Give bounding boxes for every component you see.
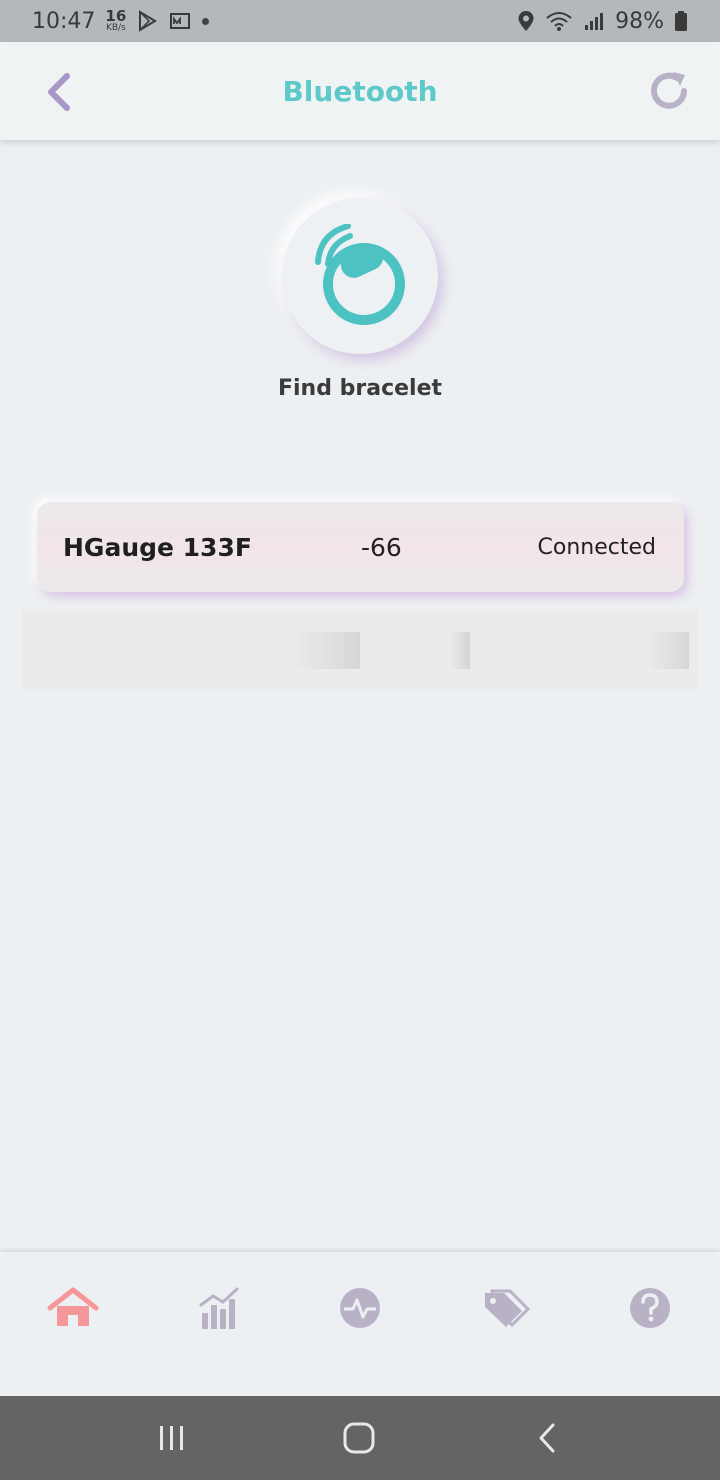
- nav-home[interactable]: [45, 1284, 101, 1332]
- notification-dot-icon: [202, 17, 210, 25]
- tags-icon: [485, 1289, 531, 1328]
- refresh-icon: [651, 72, 687, 109]
- battery-percent: 98%: [615, 8, 664, 34]
- back-system-button[interactable]: [524, 1416, 570, 1460]
- status-bar: 10:47 16 KB/s 98%: [0, 0, 720, 42]
- signal-icon: [585, 13, 604, 30]
- placeholder-block: [294, 632, 360, 669]
- find-bracelet-label: Find bracelet: [277, 376, 443, 401]
- home-system-button[interactable]: [336, 1416, 382, 1460]
- nav-activity[interactable]: [332, 1284, 388, 1332]
- help-icon: [630, 1288, 670, 1328]
- device-rssi: -66: [361, 532, 402, 562]
- status-time: 10:47: [32, 8, 96, 34]
- location-icon: [518, 11, 534, 31]
- status-right: 98%: [517, 9, 688, 34]
- nav-help[interactable]: [622, 1284, 678, 1332]
- bracelet-signal-icon: [315, 224, 405, 325]
- status-left: 10:47 16 KB/s: [32, 8, 210, 34]
- play-store-icon: [139, 10, 158, 32]
- bottom-nav: [0, 1252, 720, 1396]
- nav-tags[interactable]: [478, 1284, 534, 1332]
- app-header: Bluetooth: [0, 42, 720, 140]
- placeholder-block: [648, 632, 689, 669]
- net-speed: 16 KB/s: [105, 9, 126, 33]
- back-button[interactable]: [40, 70, 80, 114]
- placeholder-device-row: [22, 610, 698, 690]
- device-card[interactable]: HGauge 133F -66 Connected: [37, 502, 684, 592]
- chevron-left-icon: [48, 73, 70, 111]
- myntra-icon: [170, 13, 191, 29]
- battery-icon: [675, 11, 687, 31]
- net-speed-value: 16: [105, 7, 127, 25]
- device-status: Connected: [537, 534, 656, 560]
- wifi-icon: [546, 12, 572, 31]
- placeholder-block: [450, 632, 470, 669]
- bar-chart-icon: [199, 1287, 239, 1329]
- heartbeat-icon: [340, 1288, 380, 1328]
- system-nav-bar: [0, 1396, 720, 1480]
- page-title: Bluetooth: [282, 74, 438, 108]
- nav-stats[interactable]: [191, 1284, 247, 1332]
- home-circle-icon: [343, 1422, 375, 1454]
- back-arrow-icon: [539, 1423, 555, 1453]
- device-name: HGauge 133F: [63, 532, 252, 562]
- home-icon: [47, 1287, 99, 1326]
- recents-icon: [160, 1426, 183, 1450]
- recents-button[interactable]: [149, 1416, 195, 1460]
- refresh-button[interactable]: [646, 68, 692, 114]
- find-bracelet-button[interactable]: [282, 198, 438, 354]
- net-speed-unit: KB/s: [105, 23, 126, 33]
